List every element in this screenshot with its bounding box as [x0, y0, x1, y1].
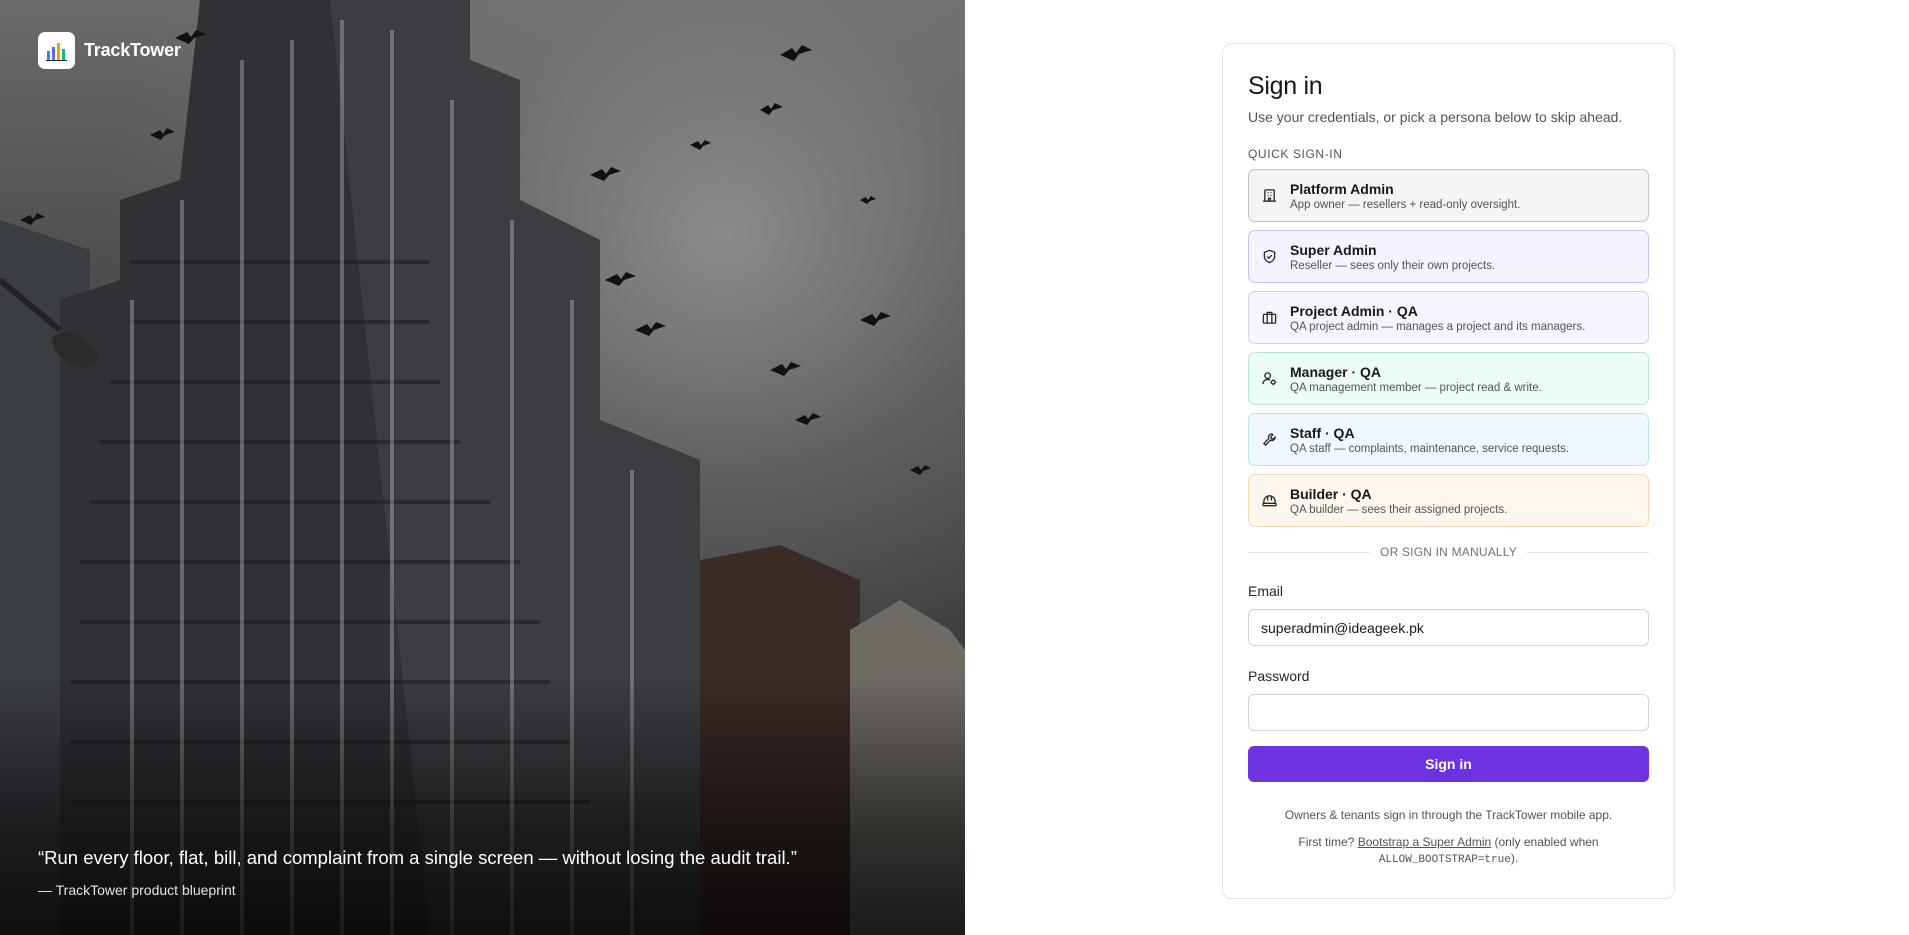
persona-description: QA management member — project read & wr… — [1290, 381, 1542, 394]
wrench-icon — [1261, 431, 1278, 448]
first-time-prefix: First time? — [1298, 835, 1355, 849]
mobile-app-note: Owners & tenants sign in through the Tra… — [1284, 808, 1613, 822]
hero-panel: TrackTower “Run every floor, flat, bill,… — [0, 0, 965, 935]
first-time-suffix: ). — [1510, 851, 1519, 865]
persona-title: Super Admin — [1290, 241, 1377, 258]
persona-platform-admin[interactable]: Platform Admin App owner — resellers + r… — [1248, 169, 1649, 222]
sign-in-button[interactable]: Sign in — [1248, 746, 1649, 782]
brand: TrackTower — [38, 32, 181, 69]
hero-quote: “Run every floor, flat, bill, and compla… — [38, 847, 797, 868]
persona-description: Reseller — sees only their own projects. — [1290, 259, 1496, 272]
persona-builder[interactable]: Builder · QA QA builder — sees their ass… — [1248, 474, 1649, 527]
user-cog-icon — [1261, 370, 1278, 387]
bootstrap-flag: ALLOW_BOOTSTRAP=true — [1378, 854, 1511, 866]
persona-description: QA project admin — manages a project and… — [1290, 320, 1586, 333]
persona-title: Staff · QA — [1290, 424, 1355, 441]
hero-quote-attribution: — TrackTower product blueprint — [38, 882, 236, 898]
page-subtitle: Use your credentials, or pick a persona … — [1248, 109, 1623, 125]
persona-description: App owner — resellers + read-only oversi… — [1290, 198, 1521, 211]
persona-title: Project Admin · QA — [1290, 302, 1418, 319]
persona-description: QA builder — sees their assigned project… — [1290, 503, 1508, 516]
password-field[interactable] — [1248, 694, 1649, 731]
persona-project-admin[interactable]: Project Admin · QA QA project admin — ma… — [1248, 291, 1649, 344]
divider-line — [1526, 551, 1649, 553]
email-field[interactable] — [1248, 609, 1649, 646]
persona-manager[interactable]: Manager · QA QA management member — proj… — [1248, 352, 1649, 405]
persona-staff[interactable]: Staff · QA QA staff — complaints, mainte… — [1248, 413, 1649, 466]
briefcase-icon — [1261, 309, 1278, 326]
bar-chart-icon — [38, 32, 75, 69]
persona-description: QA staff — complaints, maintenance, serv… — [1290, 442, 1570, 455]
persona-title: Platform Admin — [1290, 180, 1394, 197]
first-time-mid: (only enabled when — [1494, 835, 1599, 849]
divider-line — [1248, 551, 1371, 553]
quick-signin-label: QUICK SIGN-IN — [1248, 147, 1343, 161]
page-title: Sign in — [1248, 72, 1323, 100]
manual-signin-divider: OR SIGN IN MANUALLY — [1248, 545, 1649, 559]
signin-panel: Sign in Use your credentials, or pick a … — [965, 0, 1909, 935]
signin-card: Sign in Use your credentials, or pick a … — [1222, 43, 1675, 899]
bootstrap-note: First time? Bootstrap a Super Admin (onl… — [1248, 834, 1649, 868]
persona-title: Manager · QA — [1290, 363, 1382, 380]
hard-hat-icon — [1261, 492, 1278, 509]
bootstrap-super-admin-link[interactable]: Bootstrap a Super Admin — [1358, 835, 1491, 849]
persona-super-admin[interactable]: Super Admin Reseller — sees only their o… — [1248, 230, 1649, 283]
brand-name: TrackTower — [84, 40, 181, 60]
divider-text: OR SIGN IN MANUALLY — [1380, 545, 1517, 559]
shield-check-icon — [1261, 248, 1278, 265]
building-icon — [1261, 187, 1278, 204]
persona-list: Platform Admin App owner — resellers + r… — [1248, 169, 1649, 527]
email-label: Email — [1248, 583, 1284, 599]
persona-title: Builder · QA — [1290, 485, 1372, 502]
password-label: Password — [1248, 668, 1310, 684]
